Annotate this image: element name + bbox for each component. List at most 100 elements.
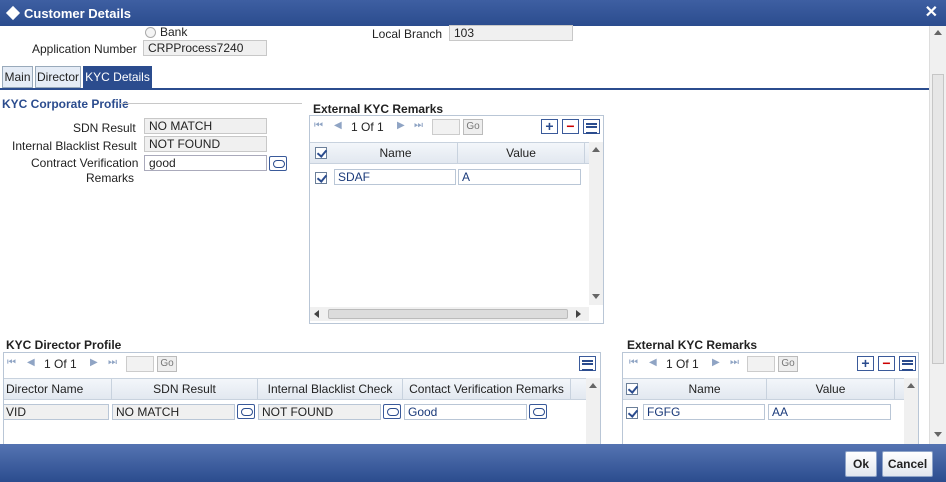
- row-checkbox[interactable]: [315, 172, 327, 184]
- delete-row-button[interactable]: −: [878, 356, 895, 371]
- last-page-icon[interactable]: ⏭: [108, 357, 117, 368]
- go-button[interactable]: Go: [463, 119, 483, 135]
- grid-nav: ⏮ ◀ 1 Of 1 ▶ ⏭ Go: [4, 353, 600, 375]
- column-header-value[interactable]: Value: [767, 379, 895, 399]
- next-page-icon[interactable]: ▶: [397, 120, 405, 131]
- scroll-up-icon[interactable]: [589, 383, 597, 388]
- bank-label: Bank: [160, 25, 188, 39]
- footer-bar: Ok Cancel: [0, 444, 946, 482]
- prev-page-icon[interactable]: ◀: [649, 357, 657, 368]
- page-input[interactable]: [747, 356, 775, 372]
- next-page-icon[interactable]: ▶: [90, 357, 98, 368]
- title-bar: Customer Details ✕: [0, 0, 946, 26]
- ext-kyc-remarks-title-top: External KYC Remarks: [313, 102, 444, 116]
- scroll-down-icon[interactable]: [592, 294, 600, 299]
- first-page-icon[interactable]: ⏮: [314, 120, 323, 131]
- scroll-thumb[interactable]: [328, 309, 568, 319]
- blacklist-cell[interactable]: NOT FOUND: [258, 404, 381, 420]
- select-all-checkbox[interactable]: [315, 147, 327, 159]
- customer-details-window: Customer Details ✕ Bank Application Numb…: [0, 0, 946, 482]
- sdn-edit-icon[interactable]: [237, 404, 255, 419]
- tab-main[interactable]: Main: [2, 66, 33, 88]
- last-page-icon[interactable]: ⏭: [414, 120, 423, 131]
- delete-row-button[interactable]: −: [562, 119, 579, 134]
- scroll-thumb[interactable]: [932, 74, 944, 364]
- scroll-right-icon[interactable]: [576, 310, 581, 318]
- name-cell[interactable]: SDAF: [334, 169, 456, 185]
- tab-underline: [0, 88, 930, 90]
- column-header-name[interactable]: Name: [643, 379, 767, 399]
- column-header-internal-blacklist[interactable]: Internal Blacklist Check: [258, 379, 403, 399]
- add-row-button[interactable]: +: [857, 356, 874, 371]
- grid-nav: ⏮ ◀ 1 Of 1 ▶ ⏭ Go + −: [623, 353, 918, 375]
- add-row-button[interactable]: +: [541, 119, 558, 134]
- column-header-contact-verification[interactable]: Contact Verification Remarks: [403, 379, 571, 399]
- scroll-down-icon[interactable]: [934, 432, 942, 437]
- scroll-left-icon[interactable]: [314, 310, 319, 318]
- page-input[interactable]: [126, 356, 154, 372]
- column-header-name[interactable]: Name: [334, 143, 458, 163]
- local-branch-label: Local Branch: [372, 27, 443, 41]
- vertical-scrollbar[interactable]: [589, 142, 603, 305]
- list-view-icon[interactable]: [583, 119, 600, 134]
- grid-header: Name Value: [310, 142, 589, 164]
- internal-blacklist-label: Internal Blacklist Result: [12, 139, 137, 153]
- sdn-result-field[interactable]: NO MATCH: [144, 118, 267, 134]
- go-button[interactable]: Go: [157, 356, 177, 372]
- sdn-result-cell[interactable]: NO MATCH: [112, 404, 235, 420]
- tab-kyc-details[interactable]: KYC Details: [83, 66, 152, 88]
- column-header-sdn-result[interactable]: SDN Result: [112, 379, 258, 399]
- page-indicator: 1 Of 1: [666, 357, 699, 371]
- prev-page-icon[interactable]: ◀: [27, 357, 35, 368]
- last-page-icon[interactable]: ⏭: [730, 357, 739, 368]
- prev-page-icon[interactable]: ◀: [334, 120, 342, 131]
- contact-remarks-cell[interactable]: Good: [404, 404, 527, 420]
- row-checkbox[interactable]: [626, 407, 638, 419]
- ext-kyc-remarks-grid-top: ⏮ ◀ 1 Of 1 ▶ ⏭ Go + − Name Value SDAF A: [309, 115, 604, 324]
- director-name-cell[interactable]: VID: [4, 404, 109, 420]
- main-vertical-scrollbar[interactable]: [929, 26, 946, 444]
- local-branch-field[interactable]: 103: [449, 25, 573, 41]
- next-page-icon[interactable]: ▶: [712, 357, 720, 368]
- close-icon[interactable]: ✕: [925, 2, 938, 22]
- cancel-button[interactable]: Cancel: [882, 451, 933, 477]
- page-indicator: 1 Of 1: [44, 357, 77, 371]
- contact-remarks-edit-icon[interactable]: [529, 404, 547, 419]
- application-number-label: Application Number: [32, 42, 137, 56]
- page-input[interactable]: [432, 119, 460, 135]
- select-all-checkbox[interactable]: [626, 383, 638, 395]
- list-view-icon[interactable]: [579, 356, 596, 371]
- horizontal-scrollbar[interactable]: [310, 307, 589, 321]
- grid-header: Director Name SDN Result Internal Blackl…: [4, 378, 586, 400]
- ok-button[interactable]: Ok: [845, 451, 877, 477]
- bank-radio[interactable]: [145, 27, 156, 38]
- first-page-icon[interactable]: ⏮: [7, 357, 16, 368]
- grid-header: Name Value: [623, 378, 904, 400]
- blacklist-edit-icon[interactable]: [383, 404, 401, 419]
- application-number-field[interactable]: CRPProcess7240: [143, 40, 267, 56]
- list-view-icon[interactable]: [899, 356, 916, 371]
- internal-blacklist-field[interactable]: NOT FOUND: [144, 136, 267, 152]
- vertical-scrollbar[interactable]: [586, 378, 600, 444]
- contract-remarks-field[interactable]: good: [144, 155, 267, 171]
- tab-director[interactable]: Director: [35, 66, 81, 88]
- column-header-director-name[interactable]: Director Name: [4, 379, 112, 399]
- page-indicator: 1 Of 1: [351, 120, 384, 134]
- sdn-result-label: SDN Result: [73, 121, 136, 135]
- scroll-up-icon[interactable]: [907, 383, 915, 388]
- vertical-scrollbar[interactable]: [904, 378, 918, 444]
- go-button[interactable]: Go: [778, 356, 798, 372]
- value-cell[interactable]: A: [458, 169, 581, 185]
- kyc-director-grid: ⏮ ◀ 1 Of 1 ▶ ⏭ Go Director Name SDN Resu…: [3, 352, 601, 444]
- contract-remarks-label: Remarks: [86, 171, 135, 185]
- contract-remarks-edit-icon[interactable]: [269, 156, 287, 171]
- scroll-up-icon[interactable]: [592, 147, 600, 152]
- value-cell[interactable]: AA: [768, 404, 891, 420]
- ext-kyc-remarks-grid-bottom: ⏮ ◀ 1 Of 1 ▶ ⏭ Go + − Name Value FGFG AA: [622, 352, 919, 444]
- scroll-up-icon[interactable]: [934, 30, 942, 35]
- first-page-icon[interactable]: ⏮: [629, 357, 638, 368]
- kyc-director-profile-title: KYC Director Profile: [6, 338, 122, 352]
- kyc-corporate-profile-title: KYC Corporate Profile: [2, 97, 129, 111]
- column-header-value[interactable]: Value: [458, 143, 585, 163]
- name-cell[interactable]: FGFG: [643, 404, 765, 420]
